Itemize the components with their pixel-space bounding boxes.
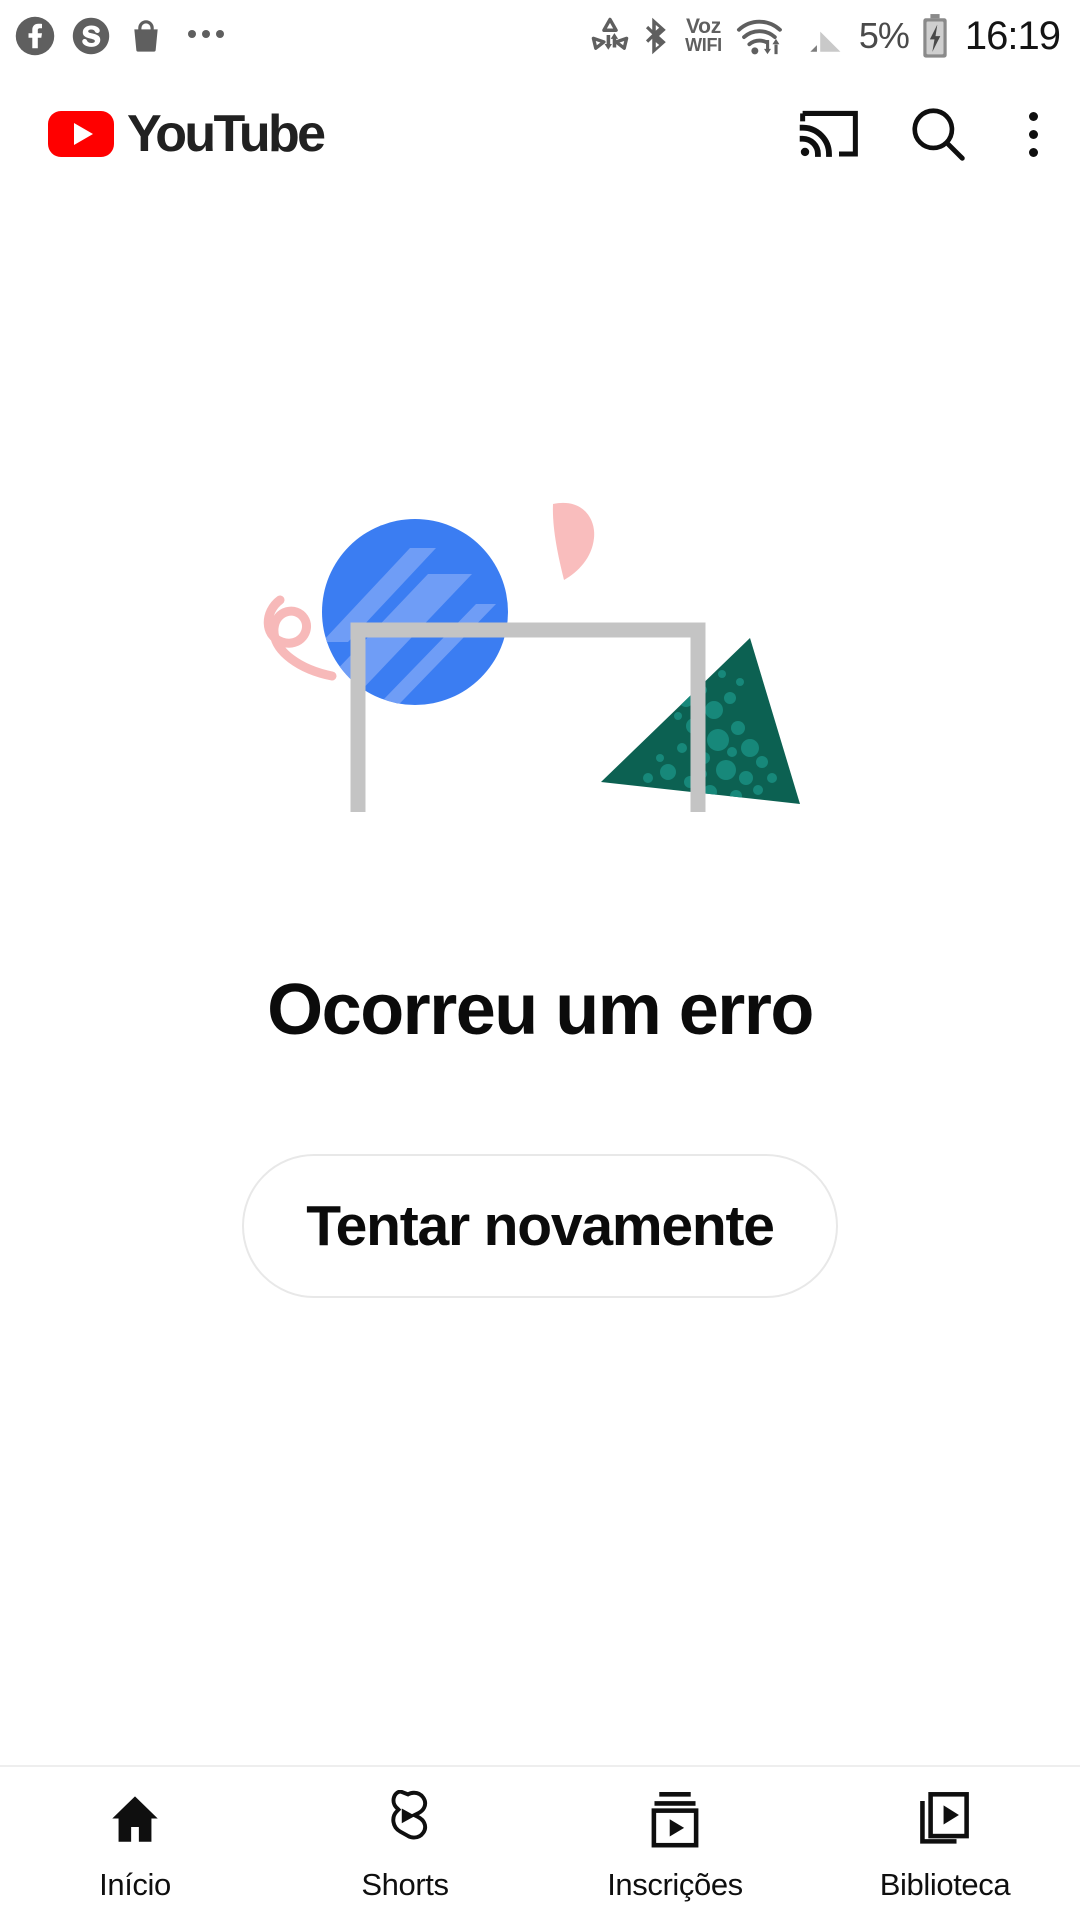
kebab-dot xyxy=(1029,147,1038,157)
battery-charging-icon xyxy=(923,14,947,58)
shorts-icon xyxy=(377,1789,433,1851)
cast-icon xyxy=(799,110,858,157)
header-actions xyxy=(797,103,1052,165)
battery-percent-label: 5% xyxy=(858,15,910,56)
pink-petal-shape xyxy=(552,502,595,580)
cell-signal-icon xyxy=(810,31,841,52)
wifi-with-activity-icon xyxy=(736,19,782,55)
search-icon xyxy=(912,108,965,161)
nav-item-library[interactable]: Biblioteca xyxy=(820,1789,1070,1903)
youtube-app-header: YouTube xyxy=(0,86,1080,182)
nav-item-home[interactable]: Início xyxy=(10,1789,260,1903)
phone-screen: Voz WIFI 5% 16:19 YouTube Ocorreu um err… xyxy=(0,0,1080,1920)
subscriptions-icon xyxy=(646,1789,704,1851)
kebab-dot xyxy=(1029,111,1038,121)
nav-label-subscriptions: Inscrições xyxy=(607,1867,743,1902)
facebook-icon xyxy=(15,16,55,56)
search-button[interactable] xyxy=(907,103,969,165)
status-bar-system: Voz WIFI 5% 16:19 xyxy=(587,13,1061,59)
voz-label: Voz xyxy=(686,15,721,39)
nav-label-home: Início xyxy=(99,1867,171,1902)
retry-button-label: Tentar novamente xyxy=(306,1194,775,1258)
error-state-container: Ocorreu um erro Tentar novamente xyxy=(0,182,1080,1440)
status-bar: Voz WIFI 5% 16:19 xyxy=(0,0,1080,72)
library-icon xyxy=(916,1789,974,1851)
bottom-navigation-bar: Início Shorts Inscrições Biblioteca xyxy=(0,1765,1080,1920)
bluetooth-icon xyxy=(646,17,666,55)
more-options-button[interactable] xyxy=(1015,111,1052,157)
nav-label-library: Biblioteca xyxy=(879,1867,1011,1902)
youtube-wordmark: YouTube xyxy=(127,105,326,163)
nav-item-shorts[interactable]: Shorts xyxy=(280,1789,530,1903)
status-bar-notifications xyxy=(14,15,224,57)
error-illustration xyxy=(260,482,820,838)
nav-label-shorts: Shorts xyxy=(361,1867,449,1902)
more-notifications-icon xyxy=(180,30,224,42)
skype-icon xyxy=(72,17,110,55)
youtube-logo[interactable]: YouTube xyxy=(48,105,326,163)
nav-item-subscriptions[interactable]: Inscrições xyxy=(550,1789,800,1903)
shopping-bag-icon xyxy=(134,20,158,52)
retry-button[interactable]: Tentar novamente xyxy=(242,1154,838,1298)
youtube-play-icon xyxy=(48,111,114,157)
error-title: Ocorreu um erro xyxy=(267,970,814,1050)
kebab-dot xyxy=(1029,129,1038,139)
cast-button[interactable] xyxy=(797,105,861,163)
data-saver-icon xyxy=(591,17,629,50)
clock-label: 16:19 xyxy=(964,13,1061,58)
voice-over-wifi-indicator: Voz WIFI xyxy=(685,15,722,56)
wifi-label: WIFI xyxy=(685,35,722,56)
error-illustration-graphic xyxy=(263,502,800,838)
home-icon xyxy=(105,1789,165,1851)
